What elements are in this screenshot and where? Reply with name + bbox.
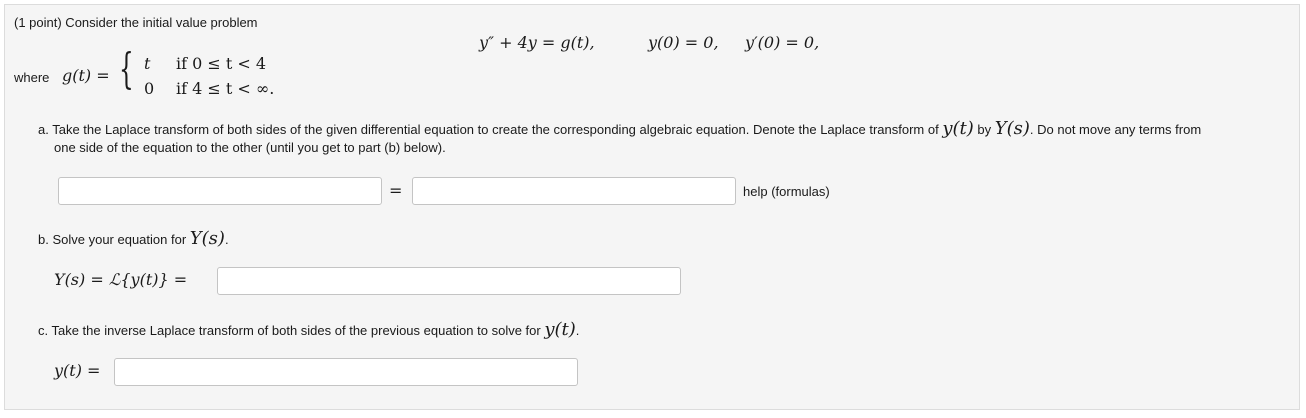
case-1-condition: if 0 ≤ t < 4 [176,54,267,73]
laplace-right-side-input[interactable] [412,177,736,205]
case-2-value: 0 [144,79,155,98]
ode-equation: y″ + 4y = g(t), [479,33,595,52]
y-t-label: y(t) = [54,361,101,380]
part-a-instructions: a. Take the Laplace transform of both si… [38,118,1202,139]
initial-condition-2: y′(0) = 0, [745,33,820,52]
part-c-instructions: c. Take the inverse Laplace transform of… [38,319,580,340]
where-label: where [14,70,50,85]
equals-sign: = [389,181,403,200]
g-definition: g(t) = [62,66,110,85]
laplace-left-side-input[interactable] [58,177,382,205]
y-t-input[interactable] [114,358,578,386]
Y-s-label: Y(s) = ℒ{y(t)} = [54,270,188,289]
problem-intro: (1 point) Consider the initial value pro… [14,15,258,30]
Y-s-input[interactable] [217,267,681,295]
initial-condition-1: y(0) = 0, [648,33,719,52]
case-2-condition: if 4 ≤ t < ∞. [176,79,275,98]
help-formulas-link[interactable]: help (formulas) [743,184,830,199]
part-a-instructions-line2: one side of the equation to the other (u… [54,140,446,155]
part-b-instructions: b. Solve your equation for Y(s). [38,228,229,249]
left-brace: { [119,44,134,93]
case-1-value: t [144,54,151,73]
